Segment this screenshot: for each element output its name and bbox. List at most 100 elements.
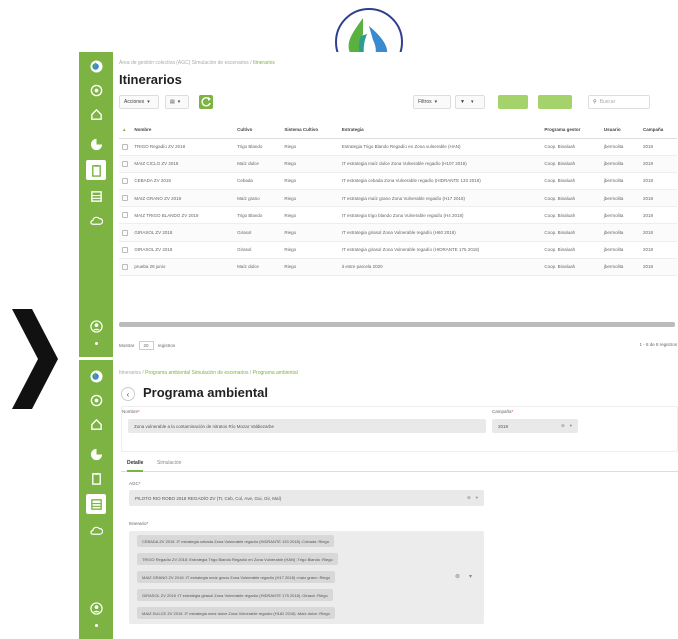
table-cell: Maíz grano xyxy=(234,189,282,208)
tab-detalle[interactable]: Detalle xyxy=(127,458,144,472)
home-icon[interactable] xyxy=(88,106,104,122)
row-checkbox[interactable] xyxy=(119,155,132,173)
table-row[interactable]: CEBADA ZV 2018 Cebada Riego IT estrategia c… xyxy=(119,172,677,191)
table-cell: jbermolita xyxy=(600,223,640,242)
campaign-select[interactable]: 2018 ⊗ ▾ xyxy=(492,419,578,433)
table-row[interactable]: TRIGO Regadío ZV 2018 Trigo Blando Riego Es… xyxy=(119,138,677,156)
agc-label: AGC* xyxy=(129,481,141,486)
page-size-select[interactable]: 20 xyxy=(138,341,154,350)
table-cell: MAIZ TRIGO BLANDO ZV 2018 xyxy=(131,206,235,225)
home-icon[interactable] xyxy=(88,416,104,432)
col-cultivo[interactable]: Cultivo xyxy=(234,122,282,139)
table-row[interactable]: GIRASOL ZV 2018 Girasol Riego IT estrategia… xyxy=(119,241,677,259)
col-estrategia[interactable]: Estrategia xyxy=(338,122,542,139)
checkbox[interactable] xyxy=(122,229,128,236)
row-checkbox[interactable] xyxy=(119,241,132,259)
checkbox[interactable] xyxy=(122,246,128,253)
col-campana[interactable]: Campaña xyxy=(639,122,677,139)
row-checkbox[interactable] xyxy=(119,138,132,156)
table-cell: Coop. Binaluah xyxy=(541,138,601,156)
select-all[interactable]: ▲ xyxy=(119,122,132,139)
checkbox[interactable] xyxy=(122,263,128,270)
itinerary-chip[interactable]: TRIGO Regadío ZV 2018 :Estrategia Trigo … xyxy=(137,553,338,565)
breadcrumb-mid[interactable]: Programa ambiental Simulación de escenar… xyxy=(145,370,248,376)
table-body: TRIGO Regadío ZV 2018 Trigo Blando Riego Es… xyxy=(119,138,677,277)
itinerary-chip[interactable]: CEBADA ZV 2018 :IT estrategia cebada Zon… xyxy=(137,535,334,547)
database-icon[interactable] xyxy=(88,188,104,204)
itinerary-chip[interactable]: GIRASOL ZV 2018 :IT estrategia girasol Z… xyxy=(137,589,333,601)
table-row[interactable]: prueba 28 junio Maíz dulce Riego it estre p… xyxy=(119,258,677,277)
app-logo-small-icon[interactable] xyxy=(88,368,104,384)
search-input[interactable]: ⚲ Buscar xyxy=(588,95,650,109)
back-button[interactable]: ‹ xyxy=(121,387,135,401)
refresh-button[interactable] xyxy=(199,95,213,109)
cloud-icon[interactable] xyxy=(88,212,104,228)
row-checkbox[interactable] xyxy=(119,258,132,277)
row-checkbox[interactable] xyxy=(119,206,132,225)
col-nombre[interactable]: Nombre xyxy=(131,122,235,139)
filter-funnel-button[interactable]: ▼ ▾ xyxy=(455,95,485,109)
sidebar-top xyxy=(79,52,113,357)
pie-chart-icon[interactable] xyxy=(88,136,104,152)
itinerary-chip[interactable]: MAIZ DULCE ZV 2018 :IT estrategia maíz d… xyxy=(137,607,335,619)
table-cell: it estre parcela 2020 xyxy=(338,258,542,277)
table-row[interactable]: MAIZ GRANO ZV 2018 Maíz grano Riego IT estr… xyxy=(119,189,677,208)
chevron-down-icon: ▾ xyxy=(470,99,474,105)
campaign-label: Campaña* xyxy=(492,409,514,414)
chevron-down-icon[interactable]: ▾ xyxy=(469,573,472,580)
dashboard-icon[interactable] xyxy=(88,392,104,408)
table-cell: prueba 28 junio xyxy=(131,258,235,277)
user-circle-icon[interactable] xyxy=(88,600,104,616)
agc-select[interactable]: PILOTO RIO ROBO 2018 REGADÍO ZV (Tr, Ceb… xyxy=(129,490,484,506)
table-row[interactable]: GIRASOL ZV 2018 Girasol Riego IT estrategia… xyxy=(119,223,677,242)
col-usuario[interactable]: Usuario xyxy=(600,122,640,139)
checkbox[interactable] xyxy=(122,160,128,167)
breadcrumb: Itinerarios / Programa ambiental Simulac… xyxy=(119,370,298,376)
columns-button[interactable] xyxy=(538,95,572,109)
itinerary-multiselect[interactable]: CEBADA ZV 2018 :IT estrategia cebada Zon… xyxy=(129,531,484,624)
table-cell: IT estrategia girasol Zona Vulnerable re… xyxy=(338,223,542,242)
row-checkbox[interactable] xyxy=(119,189,132,208)
breadcrumb-root[interactable]: Itinerarios xyxy=(119,370,141,376)
pie-chart-icon[interactable] xyxy=(88,446,104,462)
checkbox[interactable] xyxy=(122,212,128,219)
tab-simulacion[interactable]: Simulación xyxy=(157,458,181,472)
chevron-down-icon: ▾ xyxy=(475,495,478,500)
breadcrumb-root[interactable]: Área de gestión colectiva (AGC) Simulaci… xyxy=(119,60,249,66)
programa-ambiental-panel: Itinerarios / Programa ambiental Simulac… xyxy=(113,360,678,639)
horizontal-scrollbar[interactable] xyxy=(119,322,675,327)
table-row[interactable]: MAIZ CICLO ZV 2018 Maíz dulce Riego IT estr… xyxy=(119,155,677,173)
table-cell: 2018 xyxy=(639,138,677,156)
database-icon[interactable] xyxy=(86,494,106,514)
row-checkbox[interactable] xyxy=(119,223,132,242)
app-logo-small-icon[interactable] xyxy=(88,58,104,74)
clipboard-icon[interactable] xyxy=(88,470,104,486)
checkbox[interactable] xyxy=(122,143,128,150)
filters-button[interactable]: Filtros ▾ xyxy=(413,95,451,109)
table-cell: Riego xyxy=(281,206,339,225)
breadcrumb-current: Itinerarios xyxy=(252,60,275,66)
cloud-icon[interactable] xyxy=(88,522,104,538)
checkbox[interactable] xyxy=(122,177,128,184)
name-field[interactable]: Zona vulnerable a la contaminación de ni… xyxy=(128,419,486,433)
clipboard-icon[interactable] xyxy=(86,160,106,180)
actions-button[interactable]: Acciones ▾ xyxy=(119,95,159,109)
itinerary-chip[interactable]: MAIZ GRANO ZV 2018 :IT estrategia maíz g… xyxy=(137,571,336,583)
table-cell: Riego xyxy=(281,172,339,191)
clear-icon[interactable]: ⊗ xyxy=(561,423,565,429)
dashboard-icon[interactable] xyxy=(88,82,104,98)
export-button[interactable]: ▤ ▾ xyxy=(165,95,189,109)
col-sistema[interactable]: Sistema Cultivo xyxy=(281,122,339,139)
clear-icon[interactable]: ⊗ xyxy=(467,495,471,501)
add-button[interactable] xyxy=(498,95,528,109)
col-programa[interactable]: Programa gestor xyxy=(541,122,601,139)
checkbox[interactable] xyxy=(122,195,128,202)
user-circle-icon[interactable] xyxy=(88,318,104,334)
table-cell: IT estrategia trigo blando Zona Vulnerab… xyxy=(338,206,542,225)
table-row[interactable]: MAIZ TRIGO BLANDO ZV 2018 Trigo Blando Rie… xyxy=(119,206,677,225)
table-cell: Riego xyxy=(281,138,339,156)
clear-icon[interactable]: ⊗ xyxy=(455,573,460,580)
row-checkbox[interactable] xyxy=(119,172,132,191)
table-cell: Riego xyxy=(281,258,339,277)
table-footer: Mostrar 20 registros 1 - 8 de 8 registro… xyxy=(119,341,677,350)
